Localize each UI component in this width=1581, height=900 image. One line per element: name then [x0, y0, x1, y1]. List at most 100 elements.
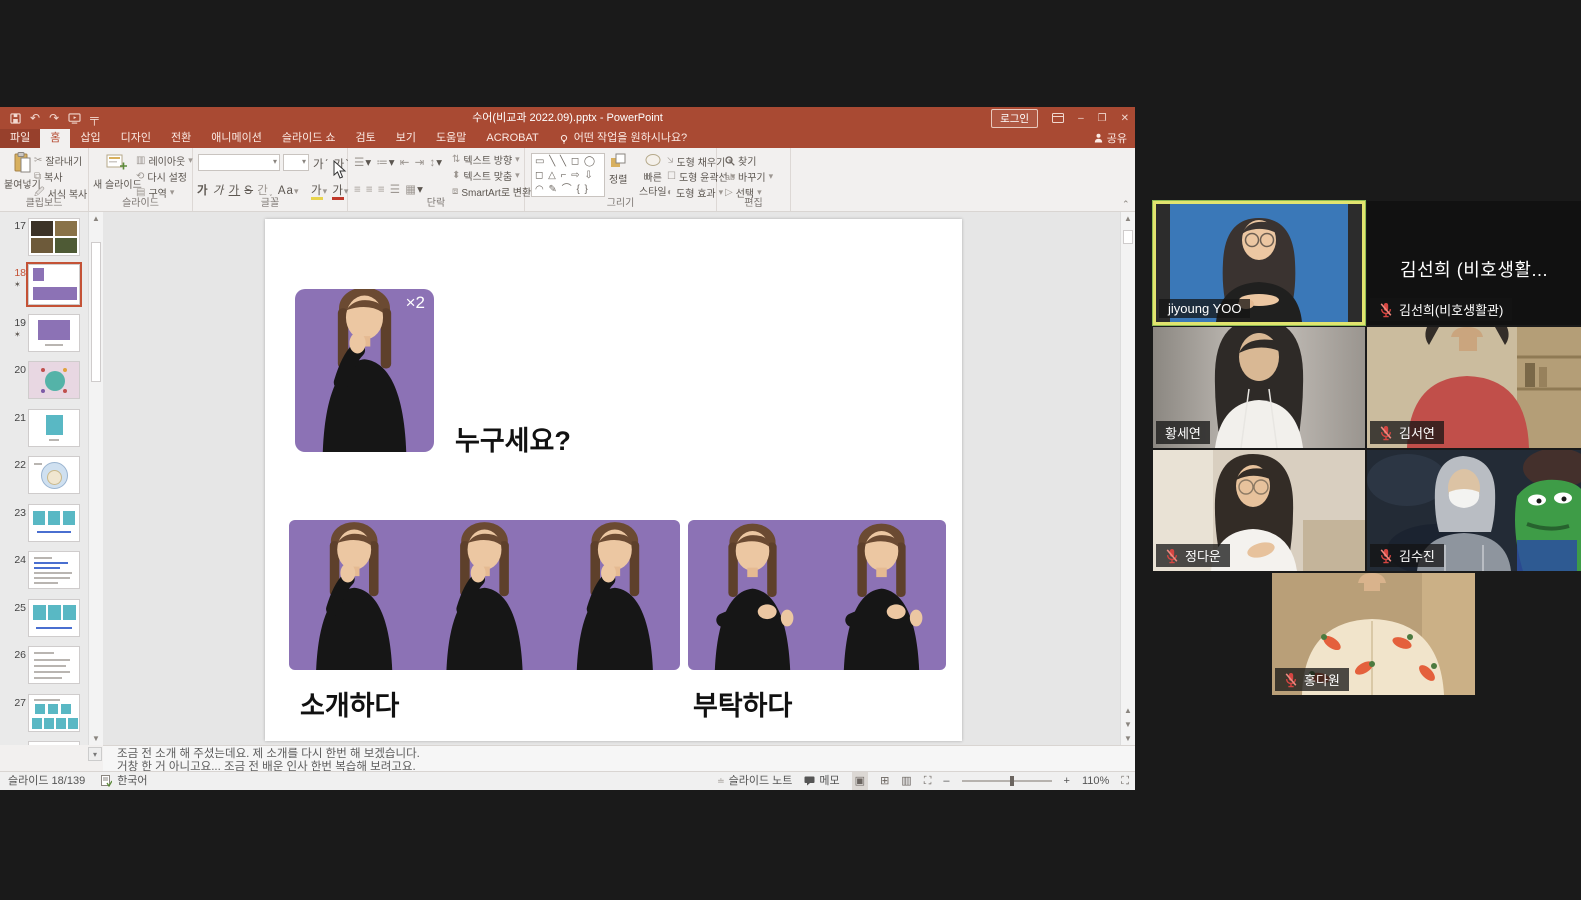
previous-slide-icon[interactable]: ▲ — [1121, 706, 1135, 715]
slideshow-view-button[interactable]: ⛶ — [924, 772, 932, 790]
arrange-button[interactable]: 정렬 — [609, 153, 627, 186]
shape-gallery[interactable]: ▭ ╲ ╲ ◻ ◯◻ △ ⌐ ⇨ ⇩◠ ✎ ⌒ { } — [531, 153, 605, 197]
thumbnail-slide-21[interactable] — [28, 409, 80, 447]
tab-acrobat[interactable]: ACROBAT — [476, 129, 548, 148]
find-button[interactable]: 찾기 — [725, 153, 756, 168]
reading-view-button[interactable]: ▥ — [901, 772, 911, 790]
cut-button[interactable]: ✂ 잘라내기 — [34, 153, 82, 168]
thumbnail-slide-25[interactable] — [28, 599, 80, 637]
font-size-combo[interactable]: ▾ — [283, 154, 309, 171]
thumb-number: 18 — [8, 267, 26, 279]
next-slide-icon[interactable]: ▼ — [1121, 720, 1135, 729]
copy-button[interactable]: ⧉ 복사 — [34, 169, 63, 184]
restore-button[interactable]: ❐ — [1098, 113, 1107, 124]
list-indent-buttons[interactable]: ☰▾ ≔▾ ⇤ ⇥ ↕▾ — [354, 155, 443, 169]
video-tile-hwang[interactable]: 황세연 — [1153, 327, 1365, 448]
close-button[interactable]: ✕ — [1121, 113, 1129, 124]
slide-18[interactable]: ×2 누구세요? 소개하다 — [265, 219, 962, 741]
sign-sequence-request — [688, 520, 946, 670]
ribbon-display-options-icon[interactable] — [1052, 113, 1064, 123]
tab-file[interactable]: 파일 — [0, 129, 40, 148]
language-indicator[interactable]: 한국어 — [101, 772, 147, 790]
video-tile-jiyoung[interactable]: jiyoung YOO — [1153, 201, 1365, 325]
muted-mic-icon — [1284, 672, 1298, 688]
tab-view[interactable]: 보기 — [386, 129, 426, 148]
replace-button[interactable]: ab 바꾸기▾ — [725, 169, 773, 184]
signer-sequence-illustration — [289, 520, 680, 670]
text-direction-icon: ⇅ — [452, 154, 460, 165]
slide-sorter-view-button[interactable]: ⊞ — [880, 772, 889, 790]
fit-to-window-icon[interactable]: ⛶ — [1121, 772, 1129, 790]
tab-transitions[interactable]: 전환 — [161, 129, 201, 148]
collapse-ribbon-icon[interactable]: ⌃ — [1122, 199, 1130, 210]
group-slides: 새 슬라이드 ▥ 레이아웃▾ ⟲ 다시 설정 ▤ 구역▾ 슬라이드 — [89, 148, 193, 211]
participant-display-name: 김선희 (비호생활... — [1367, 256, 1581, 282]
tab-animations[interactable]: 애니메이션 — [201, 129, 272, 148]
thumb-number: 23 — [8, 507, 26, 519]
thumbnail-slide-19[interactable] — [28, 314, 80, 352]
tab-insert[interactable]: 삽입 — [70, 129, 110, 148]
thumb-number: 27 — [8, 697, 26, 709]
normal-view-button[interactable]: ▣ — [852, 772, 868, 790]
search-icon — [725, 156, 735, 166]
tell-me-search[interactable]: 어떤 작업을 원하시나요? — [549, 129, 697, 148]
zoom-slider[interactable] — [962, 780, 1052, 782]
reset-button[interactable]: ⟲ 다시 설정 — [136, 169, 187, 184]
video-tile-sunhee[interactable]: 김선희 (비호생활... 김선희(비호생활관) — [1367, 201, 1581, 325]
memo-toggle-button[interactable]: 메모 — [804, 772, 839, 790]
scroll-down-icon[interactable]: ▼ — [1121, 734, 1135, 743]
reset-icon: ⟲ — [136, 171, 144, 182]
zoom-level[interactable]: 110% — [1082, 772, 1109, 790]
thumbnail-scrollbar[interactable]: ▲ ▼ — [88, 212, 103, 745]
quick-styles-button[interactable]: 빠른 스타일 — [639, 153, 667, 198]
font-name-combo[interactable]: ▾ — [198, 154, 280, 171]
tab-home[interactable]: 홈 — [40, 129, 70, 148]
layout-button[interactable]: ▥ 레이아웃▾ — [136, 153, 193, 168]
video-tile-kimseo[interactable]: 김서연 — [1367, 327, 1581, 448]
share-button[interactable]: 공유 — [1094, 130, 1127, 146]
slide-scroll-thumb[interactable] — [1123, 230, 1133, 244]
notes-pane[interactable]: 조금 전 소개 해 주셨는데요. 제 소개를 다시 한번 해 보겠습니다. 거창… — [103, 745, 1135, 771]
group-editing: 찾기 ab 바꾸기▾ ▷ 선택▾ 편집 — [717, 148, 791, 211]
notes-toggle-button[interactable]: ≐ 슬라이드 노트 — [717, 772, 792, 790]
sign-image-repeat: ×2 — [295, 289, 434, 452]
scroll-down-icon[interactable]: ▼ — [89, 734, 103, 743]
text-direction-button[interactable]: ⇅ 텍스트 방향▾ — [452, 152, 520, 167]
video-tile-jung[interactable]: 정다운 — [1153, 450, 1365, 571]
thumbnail-slide-26[interactable] — [28, 646, 80, 684]
video-tile-kimsu[interactable]: 김수진 — [1367, 450, 1581, 571]
participant-name-label: 김수진 — [1370, 544, 1444, 567]
slide-scrollbar[interactable]: ▲ ▲ ▼ ▼ — [1120, 212, 1135, 745]
signer-illustration — [295, 289, 434, 452]
align-text-button[interactable]: ⬍ 텍스트 맞춤▾ — [452, 168, 520, 183]
scroll-up-icon[interactable]: ▲ — [89, 214, 103, 223]
tab-help[interactable]: 도움말 — [426, 129, 476, 148]
tab-slideshow[interactable]: 슬라이드 쇼 — [272, 129, 346, 148]
new-slide-button[interactable]: 새 슬라이드 — [93, 152, 142, 191]
zoom-in-button[interactable]: + — [1064, 772, 1070, 790]
muted-mic-icon — [1165, 548, 1179, 564]
thumbnail-slide-23[interactable] — [28, 504, 80, 542]
zoom-slider-thumb[interactable] — [1010, 776, 1014, 786]
thumbnail-slide-20[interactable] — [28, 361, 80, 399]
scissors-icon: ✂ — [34, 155, 42, 166]
muted-mic-icon — [1379, 302, 1393, 318]
thumbnail-slide-17[interactable] — [28, 218, 80, 256]
slide-counter: 슬라이드 18/139 — [8, 772, 85, 790]
thumbnail-scroll-thumb[interactable] — [91, 242, 101, 382]
login-button[interactable]: 로그인 — [991, 109, 1038, 128]
thumbnail-slide-27[interactable] — [28, 694, 80, 732]
zoom-out-button[interactable]: – — [943, 772, 949, 790]
thumb-number: 17 — [8, 220, 26, 232]
notes-collapse-icon[interactable]: ▾ — [88, 747, 102, 761]
scroll-up-icon[interactable]: ▲ — [1121, 214, 1135, 223]
minimize-button[interactable]: – — [1078, 113, 1084, 124]
animation-star-icon: ✶ — [14, 280, 21, 289]
tab-design[interactable]: 디자인 — [111, 129, 161, 148]
thumbnail-slide-24[interactable] — [28, 551, 80, 589]
thumbnail-slide-18-selected[interactable] — [28, 264, 80, 305]
tab-review[interactable]: 검토 — [346, 129, 386, 148]
video-tile-hong[interactable]: 홍다원 — [1272, 573, 1475, 695]
thumbnail-slide-22[interactable] — [28, 456, 80, 494]
thumbnail-slide-28[interactable] — [28, 741, 80, 745]
